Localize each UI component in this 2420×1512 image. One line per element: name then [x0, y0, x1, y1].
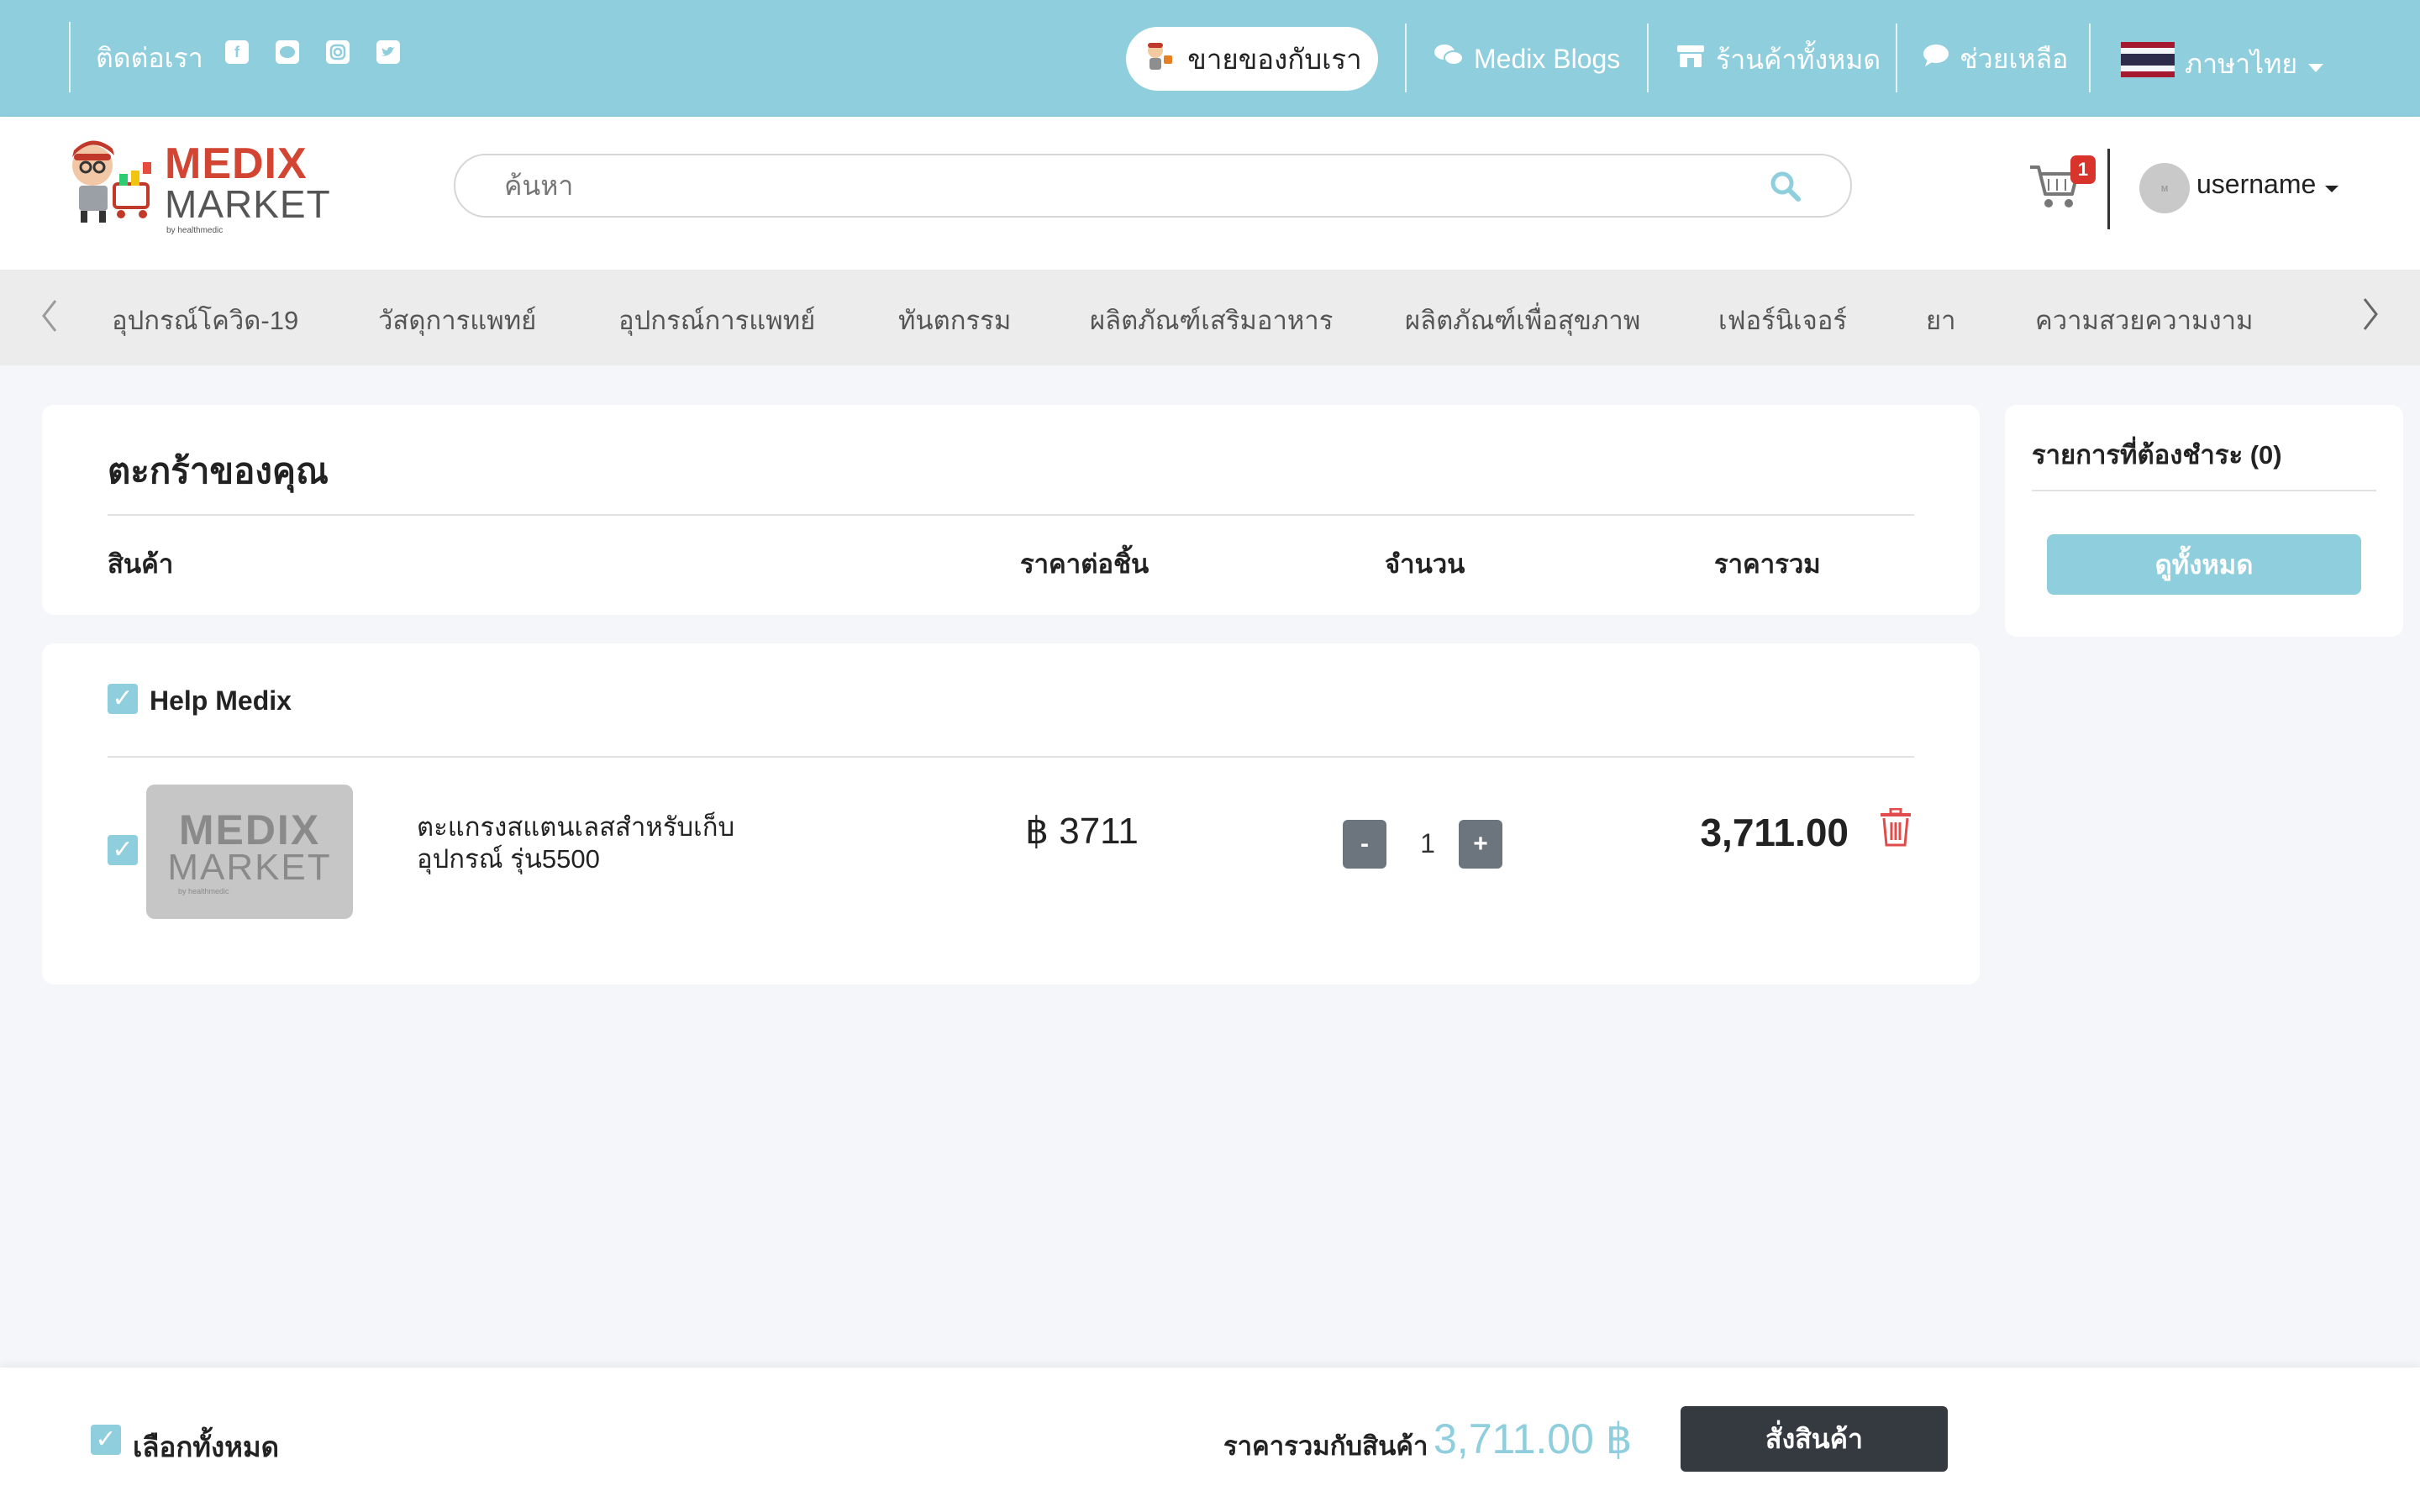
cart-header-card: ตะกร้าของคุณ สินค้า ราคาต่อชิ้น จำนวน รา… — [42, 405, 1980, 615]
shop-card: ✓ Help Medix ✓ MEDIX MARKET by healthmed… — [42, 643, 1980, 984]
quantity-value[interactable]: 1 — [1403, 828, 1452, 859]
product-name-line: ตะแกรงสแตนเลสสำหรับเก็บ — [417, 812, 735, 842]
search-bar — [454, 154, 1852, 218]
shop-name[interactable]: Help Medix — [150, 685, 292, 717]
svg-text:M: M — [2161, 185, 2168, 194]
divider — [1647, 24, 1649, 92]
main-header: MEDIX MARKET by healthmedic 1 M username — [0, 117, 2420, 270]
quantity-increase-button[interactable]: + — [1459, 820, 1502, 869]
blogs-link[interactable]: Medix Blogs — [1434, 42, 1620, 76]
thai-flag-icon — [2121, 42, 2175, 85]
category-item[interactable]: ความสวยความงาม — [2035, 299, 2253, 341]
language-selector[interactable]: ภาษาไทย — [2121, 42, 2324, 85]
divider — [1405, 24, 1407, 92]
summary-card: รายการที่ต้องชำระ (0) ดูทั้งหมด — [2005, 405, 2403, 637]
line-icon[interactable] — [276, 40, 299, 64]
contact-label: ติดต่อเรา — [96, 43, 203, 73]
product-thumbnail[interactable]: MEDIX MARKET by healthmedic — [146, 785, 353, 919]
all-stores-link[interactable]: ร้านค้าทั้งหมด — [1676, 42, 1881, 76]
trash-icon[interactable] — [1879, 807, 1912, 851]
divider — [2089, 24, 2091, 92]
column-header-total: ราคารวม — [1714, 549, 1821, 579]
blogs-label: Medix Blogs — [1474, 44, 1621, 74]
chevron-left-icon[interactable] — [40, 299, 59, 337]
category-item[interactable]: เฟอร์นิเจอร์ — [1718, 299, 1847, 341]
summary-title: รายการที่ต้องชำระ (0) — [2032, 440, 2282, 470]
category-item[interactable]: ยา — [1926, 299, 1956, 341]
search-input[interactable] — [504, 165, 1765, 206]
select-all-checkbox[interactable]: ✓ — [91, 1425, 121, 1455]
product-name[interactable]: ตะแกรงสแตนเลสสำหรับเก็บ อุปกรณ์ รุ่น5500 — [417, 811, 734, 875]
divider — [108, 514, 1914, 516]
thumbnail-tagline: by healthmedic — [178, 887, 229, 895]
site-logo[interactable]: MEDIX MARKET by healthmedic — [62, 132, 331, 235]
place-order-button[interactable]: สั่งสินค้า — [1681, 1406, 1948, 1472]
category-item[interactable]: ผลิตภัณฑ์เสริมอาหาร — [1090, 299, 1333, 341]
cart-title: ตะกร้าของคุณ — [108, 451, 329, 491]
cart-count-badge: 1 — [2070, 155, 2096, 184]
select-all-label[interactable]: เลือกทั้งหมด — [133, 1425, 279, 1469]
shop-checkbox[interactable]: ✓ — [108, 684, 138, 714]
chevron-right-icon[interactable] — [2361, 297, 2380, 335]
mascot-icon — [72, 140, 151, 223]
logo-text-market: MARKET — [165, 182, 331, 226]
thumbnail-logo-bottom: MARKET — [167, 847, 332, 888]
language-label: ภาษาไทย — [2185, 48, 2298, 79]
thumbnail-logo-top: MEDIX — [178, 806, 321, 853]
help-link[interactable]: ช่วยเหลือ — [1923, 42, 2068, 76]
quantity-decrease-button[interactable]: - — [1343, 820, 1386, 869]
chat-bubbles-icon — [1434, 42, 1464, 76]
help-label: ช่วยเหลือ — [1960, 44, 2069, 74]
divider — [69, 22, 71, 92]
line-total: 3,711.00 — [1700, 811, 1849, 854]
product-name-line: อุปกรณ์ รุ่น5500 — [417, 844, 600, 874]
user-menu[interactable]: username — [2196, 169, 2339, 200]
caret-down-icon — [2324, 169, 2339, 200]
unit-price: ฿ 3711 — [1025, 811, 1139, 852]
sell-with-us-button[interactable]: ขายของกับเรา — [1126, 27, 1378, 91]
column-header-quantity: จำนวน — [1385, 549, 1465, 579]
twitter-icon[interactable] — [376, 40, 400, 64]
caret-down-icon — [2307, 47, 2324, 81]
search-icon[interactable] — [1770, 171, 1802, 207]
instagram-icon[interactable] — [326, 40, 350, 64]
logo-tagline: by healthmedic — [166, 226, 224, 235]
total-label: ราคารวมกับสินค้า — [1223, 1431, 1428, 1461]
sell-label: ขายของกับเรา — [1187, 43, 1362, 75]
category-item[interactable]: ผลิตภัณฑ์เพื่อสุขภาพ — [1405, 299, 1640, 341]
category-item[interactable]: ทันตกรรม — [898, 299, 1011, 341]
column-header-unit-price: ราคาต่อชิ้น — [1020, 549, 1150, 579]
divider — [108, 756, 1914, 758]
total-value: 3,711.00 ฿ — [1434, 1415, 1633, 1462]
store-icon — [1676, 42, 1706, 76]
facebook-icon[interactable]: f — [225, 40, 249, 64]
cart-button[interactable]: 1 — [2028, 155, 2096, 211]
stores-label: ร้านค้าทั้งหมด — [1716, 44, 1881, 75]
top-bar: ติดต่อเรา f ขายของกับเรา Medix Blogs ร้า… — [0, 0, 2420, 117]
divider — [1896, 24, 1897, 92]
column-header-product: สินค้า — [108, 549, 174, 579]
seller-avatar-icon — [1142, 39, 1176, 79]
contact-link[interactable]: ติดต่อเรา — [96, 41, 203, 75]
category-item[interactable]: อุปกรณ์การแพทย์ — [618, 299, 815, 341]
category-item[interactable]: อุปกรณ์โควิด-19 — [112, 299, 298, 341]
header-divider — [2107, 149, 2110, 229]
checkout-bar: ✓ เลือกทั้งหมด ราคารวมกับสินค้า 3,711.00… — [0, 1368, 2420, 1512]
comment-icon — [1923, 42, 1949, 76]
logo-text-medix: MEDIX — [165, 139, 308, 188]
divider — [2032, 490, 2376, 491]
item-checkbox[interactable]: ✓ — [108, 835, 138, 865]
avatar[interactable]: M — [2139, 163, 2190, 213]
category-item[interactable]: วัสดุการแพทย์ — [378, 299, 536, 341]
username-label: username — [2196, 169, 2317, 199]
view-all-button[interactable]: ดูทั้งหมด — [2047, 534, 2361, 595]
